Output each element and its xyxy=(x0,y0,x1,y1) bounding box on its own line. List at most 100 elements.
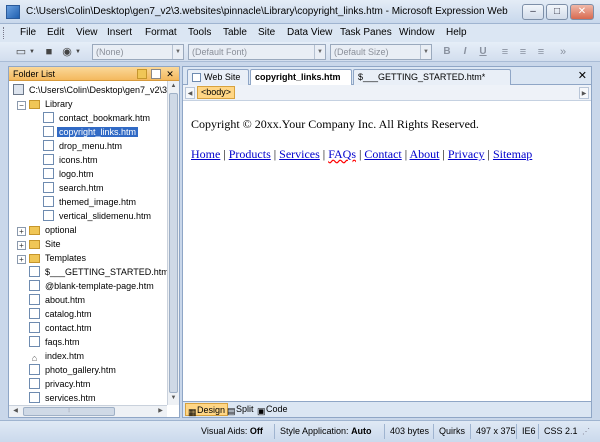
tree-item-label: photo_gallery.htm xyxy=(45,365,116,375)
design-view-button[interactable]: ▦Design xyxy=(185,403,229,417)
tree-item-faqs[interactable]: faqs.htm xyxy=(29,335,82,349)
code-view-button[interactable]: ▣Code xyxy=(255,403,290,416)
tree-item-photo-gallery[interactable]: photo_gallery.htm xyxy=(29,363,118,377)
menu-format[interactable]: Format xyxy=(145,27,177,38)
scroll-down-icon[interactable]: ▼ xyxy=(168,393,179,404)
resize-grip-icon[interactable]: ⋰ xyxy=(582,427,590,436)
body-tag[interactable]: <body> xyxy=(197,86,236,99)
tree-item-vertical-slidemenu[interactable]: vertical_slidemenu.htm xyxy=(43,209,153,223)
tree-item-getting-started[interactable]: $___GETTING_STARTED.htm xyxy=(29,265,171,279)
save-icon[interactable]: ■ xyxy=(42,45,56,59)
menu-tools[interactable]: Tools xyxy=(188,27,211,38)
tree-item-library[interactable]: Library xyxy=(29,97,75,111)
expand-icon[interactable]: + xyxy=(17,255,26,264)
align-left-icon[interactable]: ≡ xyxy=(498,45,512,59)
maximize-button[interactable]: □ xyxy=(546,4,568,20)
minimize-button[interactable]: – xyxy=(522,4,544,20)
collapse-icon[interactable]: − xyxy=(17,101,26,110)
tab-label: $___GETTING_STARTED.htm* xyxy=(358,72,486,82)
link-home[interactable]: Home xyxy=(191,147,220,161)
link-sitemap[interactable]: Sitemap xyxy=(493,147,532,161)
tree-item-optional[interactable]: optional xyxy=(29,223,79,237)
style-app-value: Auto xyxy=(351,426,372,436)
link-faqs[interactable]: FAQs xyxy=(328,147,356,161)
page-size-status[interactable]: 497 x 375 xyxy=(476,426,516,436)
expand-icon[interactable]: + xyxy=(17,227,26,236)
menu-view[interactable]: View xyxy=(76,27,98,38)
folder-list-vertical-scrollbar[interactable]: ▲ ▼ xyxy=(167,81,179,405)
scroll-left-icon[interactable]: ◀ xyxy=(10,406,21,417)
new-page-icon[interactable]: ▭ xyxy=(14,45,28,59)
tree-item-themed-image[interactable]: themed_image.htm xyxy=(43,195,138,209)
italic-button[interactable]: I xyxy=(458,45,472,59)
tree-item-privacy[interactable]: privacy.htm xyxy=(29,377,92,391)
expand-icon[interactable]: + xyxy=(17,241,26,250)
link-services[interactable]: Services xyxy=(279,147,320,161)
align-center-icon[interactable]: ≡ xyxy=(516,45,530,59)
menu-insert[interactable]: Insert xyxy=(107,27,132,38)
css-schema-status[interactable]: CSS 2.1 xyxy=(544,426,578,436)
more-buttons-icon[interactable]: » xyxy=(556,45,570,59)
browser-compat-status[interactable]: IE6 xyxy=(522,426,536,436)
tab-getting-started[interactable]: $___GETTING_STARTED.htm* xyxy=(353,69,511,85)
tree-item-copyright-links[interactable]: copyright_links.htm xyxy=(43,125,139,139)
size-combo[interactable]: (Default Size) ▼ xyxy=(330,44,432,60)
close-icon[interactable]: ✕ xyxy=(165,69,175,79)
tree-item-about[interactable]: about.htm xyxy=(29,293,87,307)
tab-copyright-links[interactable]: copyright_links.htm xyxy=(250,69,352,86)
tree-root[interactable]: C:\Users\Colin\Desktop\gen7_v2\3. xyxy=(13,83,172,97)
align-right-icon[interactable]: ≡ xyxy=(534,45,548,59)
scroll-up-icon[interactable]: ▲ xyxy=(168,81,179,92)
tree-item-catalog[interactable]: catalog.htm xyxy=(29,307,94,321)
font-combo[interactable]: (Default Font) ▼ xyxy=(188,44,326,60)
tree-item-drop-menu[interactable]: drop_menu.htm xyxy=(43,139,124,153)
new-page-icon[interactable] xyxy=(151,69,161,79)
tree-item-icons[interactable]: icons.htm xyxy=(43,153,100,167)
menu-grip xyxy=(3,27,6,39)
design-view[interactable]: Copyright © 20xx.Your Company Inc. All R… xyxy=(183,101,591,401)
tree-item-label: Library xyxy=(45,99,73,109)
folder-list-horizontal-scrollbar[interactable]: ◀ ⦙ ▶ xyxy=(9,405,167,417)
close-button[interactable]: ✕ xyxy=(570,4,594,20)
tree-item-label: contact.htm xyxy=(45,323,92,333)
underline-button[interactable]: U xyxy=(476,45,490,59)
menu-site[interactable]: Site xyxy=(258,27,275,38)
new-folder-icon[interactable] xyxy=(137,69,147,79)
scroll-thumb[interactable] xyxy=(169,93,178,393)
menu-table[interactable]: Table xyxy=(223,27,247,38)
tree-item-index[interactable]: ⌂ index.htm xyxy=(29,349,86,363)
split-view-button[interactable]: ▤Split xyxy=(225,403,256,416)
scroll-right-icon[interactable]: ▶ xyxy=(579,87,589,99)
preview-dropdown-icon[interactable]: ▼ xyxy=(74,45,82,59)
close-document-icon[interactable]: ✕ xyxy=(578,69,587,83)
link-contact[interactable]: Contact xyxy=(364,147,401,161)
style-application-status[interactable]: Style Application: Auto xyxy=(280,426,372,436)
tab-web-site[interactable]: Web Site xyxy=(187,69,249,85)
link-products[interactable]: Products xyxy=(229,147,271,161)
tree-item-services[interactable]: services.htm xyxy=(29,391,98,404)
tree-item-logo[interactable]: logo.htm xyxy=(43,167,96,181)
style-combo[interactable]: (None) ▼ xyxy=(92,44,184,60)
menu-edit[interactable]: Edit xyxy=(47,27,64,38)
visual-aids-status[interactable]: Visual Aids: Off xyxy=(201,426,263,436)
preview-icon[interactable]: ◉ xyxy=(60,45,74,59)
scroll-left-icon[interactable]: ◀ xyxy=(185,87,195,99)
menu-file[interactable]: File xyxy=(20,27,36,38)
menu-window[interactable]: Window xyxy=(399,27,435,38)
tree-item-site[interactable]: Site xyxy=(29,237,63,251)
tree-item-contact-bookmark[interactable]: contact_bookmark.htm xyxy=(43,111,152,125)
tree-item-contact[interactable]: contact.htm xyxy=(29,321,94,335)
menu-help[interactable]: Help xyxy=(446,27,467,38)
scroll-right-icon[interactable]: ▶ xyxy=(155,406,166,417)
tree-item-blank-template[interactable]: @blank-template-page.htm xyxy=(29,279,156,293)
doc-mode-status[interactable]: Quirks xyxy=(439,426,465,436)
scroll-thumb[interactable]: ⦙ xyxy=(23,407,115,416)
link-about[interactable]: About xyxy=(409,147,439,161)
bold-button[interactable]: B xyxy=(440,45,454,59)
tree-item-search[interactable]: search.htm xyxy=(43,181,106,195)
menu-task-panes[interactable]: Task Panes xyxy=(340,27,392,38)
menu-data-view[interactable]: Data View xyxy=(287,27,332,38)
tree-item-templates[interactable]: Templates xyxy=(29,251,88,265)
new-dropdown-icon[interactable]: ▼ xyxy=(28,45,36,59)
link-privacy[interactable]: Privacy xyxy=(448,147,485,161)
